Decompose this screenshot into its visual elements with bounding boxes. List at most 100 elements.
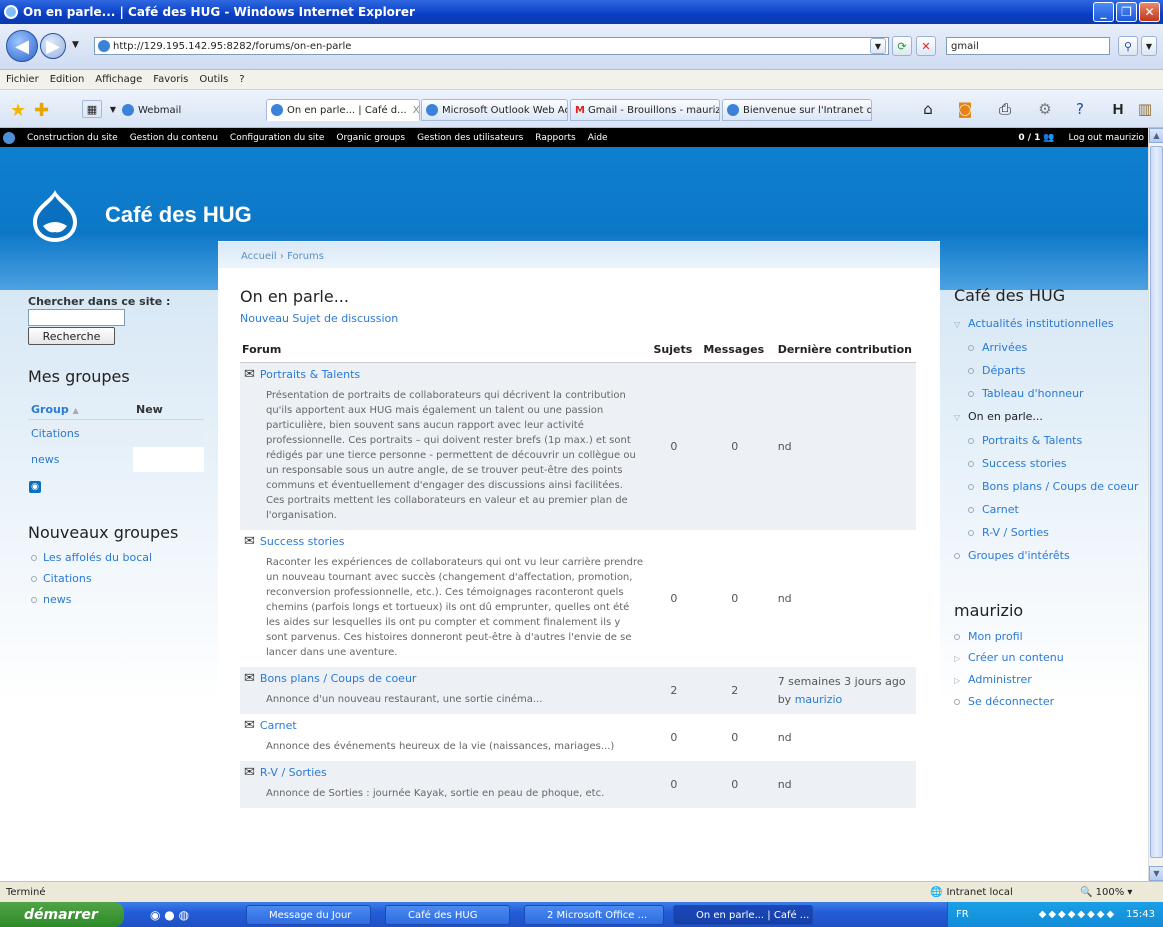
nav-item[interactable]: R-V / Sorties [954, 525, 1144, 541]
menu-favoris[interactable]: Favoris [153, 74, 188, 85]
opml-feed-icon[interactable]: ◉ [29, 481, 41, 493]
address-field[interactable]: http://129.195.142.95:8282/forums/on-en-… [94, 37, 889, 55]
admin-content[interactable]: Gestion du contenu [124, 133, 224, 143]
tab-gmail[interactable]: M Gmail - Brouillons - maurizi... [570, 99, 720, 121]
address-dropdown-icon[interactable]: ▼ [870, 38, 886, 54]
scroll-down-icon[interactable]: ▼ [1149, 866, 1163, 881]
search-icon[interactable]: ⚲ [1118, 36, 1138, 56]
nav-item[interactable]: Tableau d'honneur [954, 386, 1144, 402]
research-icon[interactable]: ▥ [1135, 100, 1155, 118]
admin-construction[interactable]: Construction du site [21, 133, 124, 143]
group-link-citations[interactable]: Citations [31, 427, 80, 440]
admin-help[interactable]: Aide [582, 133, 614, 143]
task-message-du-jour[interactable]: Message du Jour [246, 905, 371, 925]
maximize-button[interactable]: ❐ [1116, 2, 1137, 22]
new-group-item[interactable]: Les affolés du bocal [31, 551, 152, 564]
forward-button[interactable]: ▶ [40, 33, 66, 59]
close-window-button[interactable]: ✕ [1139, 2, 1160, 22]
tools-gear-icon[interactable]: ⚙ [1035, 100, 1055, 118]
menu-help[interactable]: ? [239, 74, 244, 85]
print-icon[interactable]: ⎙ [995, 100, 1015, 118]
breadcrumb[interactable]: Accueil › Forums [218, 241, 940, 268]
scroll-up-icon[interactable]: ▲ [1149, 128, 1163, 143]
bullet-icon [31, 555, 37, 561]
group-column-header[interactable]: Group ▲ [31, 403, 79, 416]
nav-item[interactable]: Bons plans / Coups de coeur [954, 479, 1144, 495]
forum-link[interactable]: Portraits & Talents [260, 368, 360, 381]
nav-item[interactable]: Départs [954, 363, 1144, 379]
admin-config[interactable]: Configuration du site [224, 133, 330, 143]
nav-item[interactable]: ▽ On en parle... [954, 409, 1144, 426]
tab-close-icon[interactable]: X [413, 105, 419, 116]
nav-item[interactable]: Carnet [954, 502, 1144, 518]
forum-link[interactable]: Success stories [260, 535, 345, 548]
ie-page-icon [122, 104, 134, 116]
admin-organic-groups[interactable]: Organic groups [330, 133, 411, 143]
forum-link[interactable]: Bons plans / Coups de coeur [260, 672, 417, 685]
bullet-icon [954, 634, 960, 640]
nav-item[interactable]: Groupes d'intérêts [954, 548, 1144, 564]
nav-item[interactable]: Arrivées [954, 340, 1144, 356]
new-group-item[interactable]: Citations [31, 572, 92, 585]
user-menu-item[interactable]: ▷ Administrer [954, 672, 1144, 689]
security-zone[interactable]: 🌐 Intranet local [930, 887, 1013, 898]
h-toolbar-icon[interactable]: H [1108, 100, 1128, 118]
quicklaunch-icons[interactable]: ◉ ● ◍ [150, 908, 189, 922]
menu-fichier[interactable]: Fichier [6, 74, 39, 85]
refresh-icon[interactable]: ⟳ [892, 36, 912, 56]
task-ms-office[interactable]: 2 Microsoft Office ... [524, 905, 664, 925]
menu-edition[interactable]: Edition [50, 74, 85, 85]
vertical-scrollbar[interactable]: ▲ ▼ [1148, 128, 1163, 881]
nav-item[interactable]: Portraits & Talents [954, 433, 1144, 449]
history-dropdown-icon[interactable]: ▼ [72, 40, 79, 50]
search-input[interactable]: gmail [946, 37, 1110, 55]
menu-affichage[interactable]: Affichage [95, 74, 142, 85]
forum-link[interactable]: R-V / Sorties [260, 766, 327, 779]
drupal-icon[interactable] [3, 131, 15, 144]
tab-intranet[interactable]: Bienvenue sur l'Intranet d... [722, 99, 872, 121]
user-menu-item[interactable]: Se déconnecter [954, 694, 1144, 710]
site-name[interactable]: Café des HUG [105, 202, 252, 228]
search-button[interactable]: Recherche [28, 327, 115, 345]
admin-reports[interactable]: Rapports [529, 133, 581, 143]
search-value: gmail [951, 40, 979, 52]
tray-icons[interactable]: ◆◆◆◆◆◆◆◆ [1039, 909, 1117, 920]
feeds-icon[interactable]: ◙ [955, 100, 975, 118]
new-topic-link[interactable]: Nouveau Sujet de discussion [240, 312, 398, 325]
help-icon[interactable]: ? [1070, 100, 1090, 118]
my-groups-title: Mes groupes [28, 367, 130, 386]
drupal-logo[interactable] [29, 188, 81, 243]
add-favorite-icon[interactable]: ✚ [34, 100, 49, 121]
search-options-icon[interactable]: ▼ [1141, 36, 1157, 56]
nav-item[interactable]: ▽ Actualités institutionnelles [954, 316, 1144, 333]
task-on-en-parle[interactable]: On en parle... | Café ... [673, 905, 813, 925]
stop-icon[interactable]: ✕ [916, 36, 936, 56]
menu-outils[interactable]: Outils [199, 74, 228, 85]
quick-tabs-icon[interactable]: ▦ [82, 100, 102, 118]
nav-item[interactable]: Success stories [954, 456, 1144, 472]
favorites-star-icon[interactable]: ★ [10, 100, 26, 121]
user-menu-item[interactable]: ▷ Créer un contenu [954, 650, 1144, 667]
forum-link[interactable]: Carnet [260, 719, 297, 732]
zoom-level[interactable]: 🔍 100% ▾ [1080, 887, 1132, 898]
tab-on-en-parle[interactable]: On en parle... | Café d... X [266, 99, 420, 121]
language-indicator[interactable]: FR [956, 909, 969, 920]
nav-block-title: Café des HUG [954, 286, 1066, 305]
logout-link[interactable]: Log out maurizio [1069, 133, 1144, 143]
forum-posts-count: 0 [699, 362, 770, 530]
col-topics: Sujets [648, 339, 700, 363]
minimize-button[interactable]: _ [1093, 2, 1114, 22]
tab-webmail[interactable]: Webmail [118, 99, 218, 121]
tab-outlook[interactable]: Microsoft Outlook Web Acc... [421, 99, 568, 121]
new-group-item[interactable]: news [31, 593, 71, 606]
group-link-news[interactable]: news [31, 453, 59, 466]
admin-users[interactable]: Gestion des utilisateurs [411, 133, 529, 143]
user-menu-item[interactable]: Mon profil [954, 629, 1144, 645]
task-cafe-des-hug[interactable]: Café des HUG [385, 905, 510, 925]
last-post-author[interactable]: maurizio [795, 693, 843, 706]
scroll-thumb[interactable] [1150, 146, 1163, 858]
back-button[interactable]: ◀ [6, 30, 38, 62]
start-button[interactable]: démarrer [0, 902, 124, 927]
home-icon[interactable]: ⌂ [918, 100, 938, 118]
site-search-input[interactable] [28, 309, 125, 326]
